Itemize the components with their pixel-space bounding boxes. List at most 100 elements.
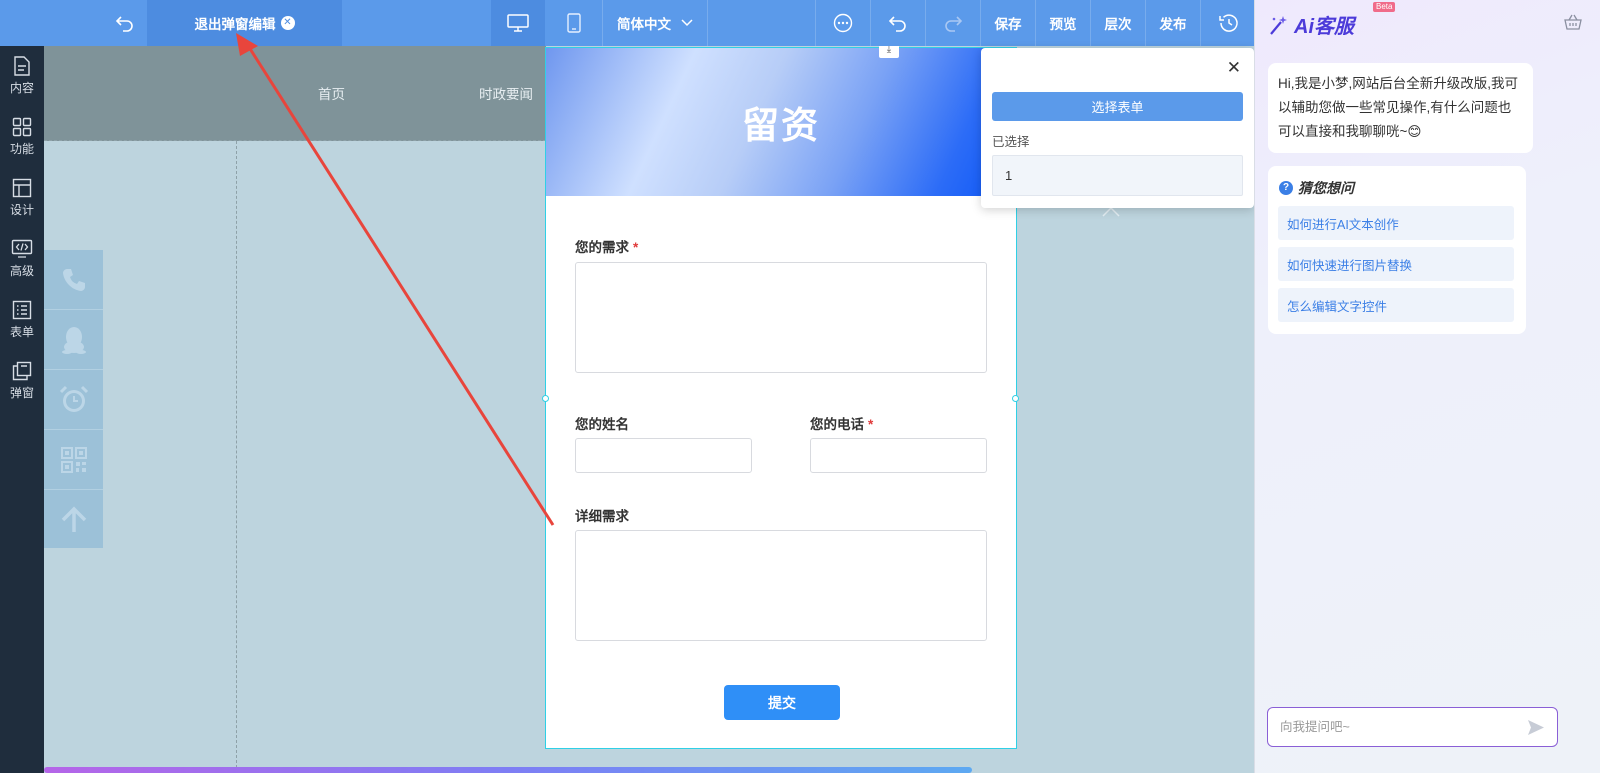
float-back-to-top-button[interactable] bbox=[44, 490, 103, 550]
suggested-questions-card: ? 猜您想问 如何进行AI文本创作 如何快速进行图片替换 怎么编辑文字控件 bbox=[1268, 166, 1526, 334]
layers-label: 层次 bbox=[1104, 17, 1132, 32]
top-toolbar: 退出弹窗编辑 ✕ 简体中文 保存 预览 层次 发布 bbox=[0, 0, 1254, 46]
ai-assistant-panel: Ai客服 Beta Hi,我是小梦,网站后台全新升级改版,我可以辅助您做一些常见… bbox=[1254, 0, 1600, 773]
document-icon bbox=[14, 56, 30, 76]
suggested-question[interactable]: 如何快速进行图片替换 bbox=[1278, 247, 1514, 281]
preview-button[interactable]: 预览 bbox=[1036, 0, 1090, 46]
sidebar-item-label: 功能 bbox=[9, 142, 34, 156]
close-icon[interactable]: ✕ bbox=[1227, 58, 1241, 78]
back-button[interactable] bbox=[104, 0, 146, 46]
selected-form-value[interactable]: 1 bbox=[992, 155, 1243, 196]
layers-button[interactable]: 层次 bbox=[1091, 0, 1145, 46]
name-input[interactable] bbox=[575, 438, 752, 473]
qq-icon bbox=[61, 326, 86, 354]
ai-logo-text: Ai客服 bbox=[1294, 16, 1354, 38]
alarm-clock-icon bbox=[59, 385, 88, 412]
float-phone-button[interactable] bbox=[44, 250, 103, 310]
save-label: 保存 bbox=[994, 17, 1022, 32]
phone-icon bbox=[62, 268, 85, 291]
language-select[interactable]: 简体中文 bbox=[603, 0, 707, 46]
sidebar-item-popup[interactable]: 弹窗 bbox=[0, 351, 44, 411]
lead-form-popup[interactable]: 留资 ⤓ 您的需求 * 您的姓名 您的电话 * 详细需求 提交 bbox=[542, 46, 1019, 749]
question-icon: ? bbox=[1279, 181, 1293, 195]
assistant-greeting-bubble: Hi,我是小梦,网站后台全新升级改版,我可以辅助您做一些常见操作,有什么问题也可… bbox=[1268, 63, 1533, 153]
submit-button[interactable]: 提交 bbox=[724, 685, 840, 720]
more-button[interactable] bbox=[816, 0, 870, 46]
sidebar-item-label: 高级 bbox=[9, 264, 34, 278]
arrow-up-icon bbox=[61, 506, 86, 532]
layout-icon bbox=[12, 178, 32, 198]
send-icon[interactable] bbox=[1527, 719, 1545, 736]
more-dots-icon bbox=[833, 13, 853, 33]
horizontal-scrollbar[interactable] bbox=[44, 767, 972, 773]
section-guide-line bbox=[44, 140, 546, 141]
sidebar-item-form[interactable]: 表单 bbox=[0, 290, 44, 350]
sidebar-item-advanced[interactable]: 高级 bbox=[0, 229, 44, 289]
suggested-question[interactable]: 如何进行AI文本创作 bbox=[1278, 206, 1514, 240]
back-arrow-icon bbox=[115, 16, 133, 32]
desktop-view-button[interactable] bbox=[491, 0, 545, 46]
float-alarm-button[interactable] bbox=[44, 370, 103, 430]
column-guide-line bbox=[236, 141, 237, 773]
redo-button[interactable] bbox=[926, 0, 980, 46]
qrcode-icon bbox=[60, 446, 87, 473]
popup-banner-title: 留资 bbox=[742, 105, 820, 146]
publish-button[interactable]: 发布 bbox=[1146, 0, 1200, 46]
select-form-button[interactable]: 选择表单 bbox=[992, 92, 1243, 121]
language-label: 简体中文 bbox=[617, 17, 671, 32]
sidebar-item-label: 内容 bbox=[9, 81, 34, 95]
history-button[interactable] bbox=[1201, 0, 1254, 46]
sidebar-item-label: 弹窗 bbox=[9, 386, 34, 400]
resize-handle-right[interactable] bbox=[1012, 395, 1019, 402]
sidebar-item-label: 表单 bbox=[9, 325, 34, 339]
beta-badge: Beta bbox=[1373, 2, 1396, 12]
basket-icon[interactable] bbox=[1564, 14, 1582, 30]
float-qrcode-button[interactable] bbox=[44, 430, 103, 490]
detail-field-label: 详细需求 bbox=[575, 509, 629, 524]
history-icon bbox=[1218, 14, 1238, 32]
popup-icon bbox=[12, 361, 32, 381]
redo-icon bbox=[945, 16, 963, 32]
detail-textarea[interactable] bbox=[575, 530, 987, 641]
selected-label: 已选择 bbox=[992, 135, 1030, 149]
select-form-panel: ✕ 选择表单 已选择 1 bbox=[981, 48, 1254, 208]
mobile-view-button[interactable] bbox=[547, 0, 601, 46]
suggested-questions-title: ? 猜您想问 bbox=[1279, 178, 1354, 198]
undo-button[interactable] bbox=[871, 0, 925, 46]
left-sidebar: 内容 功能 设计 高级 表单 弹窗 bbox=[0, 46, 44, 773]
need-field-label: 您的需求 * bbox=[575, 240, 639, 255]
sidebar-item-label: 设计 bbox=[9, 203, 34, 217]
required-mark: * bbox=[633, 240, 639, 255]
popup-banner: 留资 bbox=[546, 48, 1016, 196]
phone-input[interactable] bbox=[810, 438, 987, 473]
required-mark: * bbox=[868, 417, 874, 432]
exit-popup-edit-button[interactable]: 退出弹窗编辑 ✕ bbox=[147, 0, 342, 46]
close-circle-icon[interactable]: ✕ bbox=[280, 16, 295, 30]
form-list-icon bbox=[12, 300, 32, 320]
mobile-icon bbox=[567, 13, 581, 33]
chat-input[interactable] bbox=[1268, 708, 1508, 746]
chevron-down-icon bbox=[681, 19, 693, 27]
undo-icon bbox=[888, 16, 906, 32]
sidebar-item-content[interactable]: 内容 bbox=[0, 46, 44, 106]
need-textarea[interactable] bbox=[575, 262, 987, 373]
sidebar-item-design[interactable]: 设计 bbox=[0, 168, 44, 228]
sparkle-wand-icon bbox=[1270, 15, 1287, 35]
preview-label: 预览 bbox=[1049, 17, 1077, 32]
save-button[interactable]: 保存 bbox=[981, 0, 1035, 46]
nav-item-home[interactable]: 首页 bbox=[318, 83, 345, 103]
name-field-label: 您的姓名 bbox=[575, 417, 629, 432]
floating-service-bar bbox=[44, 250, 103, 548]
code-monitor-icon bbox=[11, 239, 33, 258]
grid-icon bbox=[12, 117, 32, 137]
ai-logo: Ai客服 bbox=[1268, 10, 1354, 39]
float-qq-button[interactable] bbox=[44, 310, 103, 370]
suggested-question[interactable]: 怎么编辑文字控件 bbox=[1278, 288, 1514, 322]
resize-handle-left[interactable] bbox=[542, 395, 549, 402]
download-icon[interactable]: ⤓ bbox=[879, 46, 899, 58]
site-header bbox=[44, 46, 546, 141]
desktop-icon bbox=[507, 14, 529, 32]
sidebar-item-function[interactable]: 功能 bbox=[0, 107, 44, 167]
nav-item-news[interactable]: 时政要闻 bbox=[479, 83, 533, 103]
exit-popup-edit-label: 退出弹窗编辑 bbox=[194, 17, 276, 32]
